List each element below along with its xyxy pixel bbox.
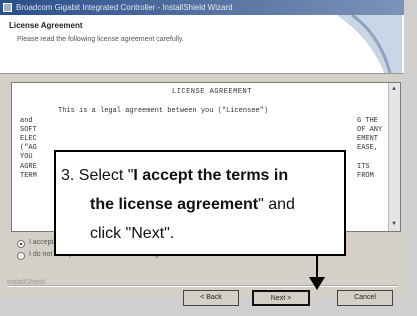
wizard-header: License Agreement Please read the follow… (0, 15, 404, 74)
page-title: License Agreement (9, 21, 83, 30)
header-graphic-icon (337, 15, 402, 73)
radio-selected-icon[interactable] (17, 240, 25, 248)
instruction-callout: 3. Select "I accept the terms in the lic… (54, 150, 346, 256)
pointer-arrow-shaft (316, 256, 318, 278)
license-line: G THE (357, 117, 379, 125)
callout-suffix: " and (258, 196, 295, 213)
app-icon (3, 3, 12, 12)
license-line: TERM (20, 172, 37, 180)
license-line: ("AG (20, 144, 37, 152)
down-arrow-icon (309, 277, 325, 290)
license-line: ITS (357, 163, 370, 171)
radio-unselected-icon[interactable] (17, 252, 25, 260)
page-subtitle: Please read the following license agreem… (17, 36, 184, 43)
callout-line-1: 3. Select "I accept the terms in (61, 167, 288, 185)
footer-divider (7, 285, 398, 287)
scroll-down-icon[interactable]: ▼ (391, 221, 397, 227)
license-line: YOU (20, 153, 33, 161)
callout-bold-1: I accept the terms in (133, 167, 289, 184)
license-line: SOFT (20, 126, 37, 134)
callout-bold-2: the license agreement (90, 196, 259, 213)
cancel-button[interactable]: Cancel (337, 290, 393, 306)
back-button[interactable]: < Back (183, 290, 239, 306)
license-line: EMENT (357, 135, 379, 143)
next-button[interactable]: Next > (252, 290, 310, 306)
license-line: FROM (357, 172, 374, 180)
license-line: ELEC (20, 135, 37, 143)
callout-line-2: the license agreement" and (90, 196, 295, 214)
callout-line-3: click "Next". (90, 225, 175, 242)
license-line: AGRE (20, 163, 37, 171)
scroll-up-icon[interactable]: ▲ (391, 86, 397, 92)
title-bar: Broadcom Gigabit Integrated Controller -… (0, 0, 404, 15)
license-heading: LICENSE AGREEMENT (172, 88, 252, 96)
license-line: This is a legal agreement between you ("… (58, 107, 269, 115)
license-line: and (20, 117, 33, 125)
callout-step-prefix: 3. Select " (61, 167, 134, 184)
license-line: EASE, (357, 144, 379, 152)
license-line: OF ANY (357, 126, 383, 134)
window-title: Broadcom Gigabit Integrated Controller -… (16, 3, 233, 12)
license-scrollbar[interactable]: ▲ ▼ (388, 83, 400, 231)
